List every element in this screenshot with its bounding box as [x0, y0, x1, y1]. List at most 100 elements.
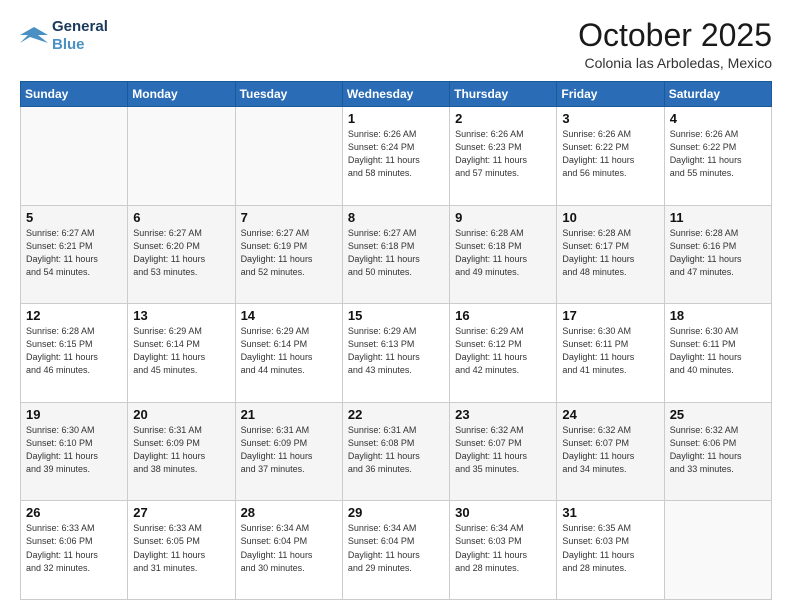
- day-number: 12: [26, 308, 122, 323]
- logo: General Blue: [20, 18, 108, 54]
- day-info: Sunrise: 6:33 AMSunset: 6:06 PMDaylight:…: [26, 522, 122, 574]
- calendar-week-row: 5 Sunrise: 6:27 AMSunset: 6:21 PMDaylight…: [21, 205, 772, 304]
- calendar-day-cell: 2Sunrise: 6:26 AMSunset: 6:23 PMDaylight…: [450, 107, 557, 206]
- calendar-day-cell: [128, 107, 235, 206]
- day-number: 6: [133, 210, 229, 225]
- calendar-day-cell: 22 Sunrise: 6:31 AMSunset: 6:08 PMDayligh…: [342, 402, 449, 501]
- day-info: Sunrise: 6:34 AMSunset: 6:04 PMDaylight:…: [241, 522, 337, 574]
- weekday-header-row: SundayMondayTuesdayWednesdayThursdayFrid…: [21, 82, 772, 107]
- calendar-day-cell: 21Sunrise: 6:31 AMSunset: 6:09 PMDayligh…: [235, 402, 342, 501]
- day-number: 9: [455, 210, 551, 225]
- day-info: Sunrise: 6:32 AMSunset: 6:07 PMDaylight:…: [562, 424, 658, 476]
- day-info: Sunrise: 6:34 AMSunset: 6:03 PMDaylight:…: [455, 522, 551, 574]
- calendar-day-cell: 3 Sunrise: 6:26 AMSunset: 6:22 PMDaylight…: [557, 107, 664, 206]
- day-info: Sunrise: 6:31 AMSunset: 6:08 PMDaylight:…: [348, 424, 444, 476]
- day-info: Sunrise: 6:33 AMSunset: 6:05 PMDaylight:…: [133, 522, 229, 574]
- day-number: 21: [241, 407, 337, 422]
- day-number: 28: [241, 505, 337, 520]
- calendar-day-cell: 6Sunrise: 6:27 AMSunset: 6:20 PMDaylight…: [128, 205, 235, 304]
- day-info: Sunrise: 6:28 AMSunset: 6:17 PMDaylight:…: [562, 227, 658, 279]
- day-number: 13: [133, 308, 229, 323]
- calendar-day-cell: 24Sunrise: 6:32 AMSunset: 6:07 PMDayligh…: [557, 402, 664, 501]
- calendar-day-cell: [664, 501, 771, 600]
- calendar-day-cell: 23 Sunrise: 6:32 AMSunset: 6:07 PMDayligh…: [450, 402, 557, 501]
- weekday-header-sunday: Sunday: [21, 82, 128, 107]
- calendar-day-cell: 4 Sunrise: 6:26 AMSunset: 6:22 PMDaylight…: [664, 107, 771, 206]
- day-info: Sunrise: 6:35 AMSunset: 6:03 PMDaylight:…: [562, 522, 658, 574]
- weekday-header-tuesday: Tuesday: [235, 82, 342, 107]
- day-info: Sunrise: 6:26 AMSunset: 6:22 PMDaylight:…: [670, 128, 766, 180]
- day-number: 4: [670, 111, 766, 126]
- day-info: Sunrise: 6:26 AMSunset: 6:22 PMDaylight:…: [562, 128, 658, 180]
- day-info: Sunrise: 6:29 AMSunset: 6:12 PMDaylight:…: [455, 325, 551, 377]
- day-number: 17: [562, 308, 658, 323]
- day-info: Sunrise: 6:29 AMSunset: 6:14 PMDaylight:…: [133, 325, 229, 377]
- day-number: 7: [241, 210, 337, 225]
- day-info: Sunrise: 6:31 AMSunset: 6:09 PMDaylight:…: [133, 424, 229, 476]
- day-number: 11: [670, 210, 766, 225]
- day-number: 23: [455, 407, 551, 422]
- calendar-day-cell: 7 Sunrise: 6:27 AMSunset: 6:19 PMDaylight…: [235, 205, 342, 304]
- day-info: Sunrise: 6:27 AMSunset: 6:19 PMDaylight:…: [241, 227, 337, 279]
- calendar-day-cell: 27 Sunrise: 6:33 AMSunset: 6:05 PMDayligh…: [128, 501, 235, 600]
- day-info: Sunrise: 6:34 AMSunset: 6:04 PMDaylight:…: [348, 522, 444, 574]
- calendar-day-cell: 28 Sunrise: 6:34 AMSunset: 6:04 PMDayligh…: [235, 501, 342, 600]
- day-number: 15: [348, 308, 444, 323]
- calendar-day-cell: 17 Sunrise: 6:30 AMSunset: 6:11 PMDayligh…: [557, 304, 664, 403]
- calendar-week-row: 26 Sunrise: 6:33 AMSunset: 6:06 PMDayligh…: [21, 501, 772, 600]
- day-number: 1: [348, 111, 444, 126]
- calendar-day-cell: 10Sunrise: 6:28 AMSunset: 6:17 PMDayligh…: [557, 205, 664, 304]
- day-number: 19: [26, 407, 122, 422]
- day-info: Sunrise: 6:29 AMSunset: 6:14 PMDaylight:…: [241, 325, 337, 377]
- calendar-day-cell: 13 Sunrise: 6:29 AMSunset: 6:14 PMDayligh…: [128, 304, 235, 403]
- day-info: Sunrise: 6:28 AMSunset: 6:18 PMDaylight:…: [455, 227, 551, 279]
- day-info: Sunrise: 6:30 AMSunset: 6:11 PMDaylight:…: [670, 325, 766, 377]
- day-number: 20: [133, 407, 229, 422]
- calendar-day-cell: 26 Sunrise: 6:33 AMSunset: 6:06 PMDayligh…: [21, 501, 128, 600]
- page: General Blue October 2025 Colonia las Ar…: [0, 0, 792, 612]
- calendar-day-cell: 12 Sunrise: 6:28 AMSunset: 6:15 PMDayligh…: [21, 304, 128, 403]
- day-info: Sunrise: 6:32 AMSunset: 6:07 PMDaylight:…: [455, 424, 551, 476]
- calendar-week-row: 12 Sunrise: 6:28 AMSunset: 6:15 PMDayligh…: [21, 304, 772, 403]
- calendar-day-cell: 11 Sunrise: 6:28 AMSunset: 6:16 PMDayligh…: [664, 205, 771, 304]
- calendar-day-cell: 29 Sunrise: 6:34 AMSunset: 6:04 PMDayligh…: [342, 501, 449, 600]
- day-number: 30: [455, 505, 551, 520]
- day-number: 31: [562, 505, 658, 520]
- calendar-day-cell: 25Sunrise: 6:32 AMSunset: 6:06 PMDayligh…: [664, 402, 771, 501]
- calendar-day-cell: 30 Sunrise: 6:34 AMSunset: 6:03 PMDayligh…: [450, 501, 557, 600]
- calendar-week-row: 1Sunrise: 6:26 AMSunset: 6:24 PMDaylight…: [21, 107, 772, 206]
- calendar-day-cell: [235, 107, 342, 206]
- day-info: Sunrise: 6:30 AMSunset: 6:11 PMDaylight:…: [562, 325, 658, 377]
- day-number: 29: [348, 505, 444, 520]
- month-title: October 2025: [578, 18, 772, 53]
- day-info: Sunrise: 6:32 AMSunset: 6:06 PMDaylight:…: [670, 424, 766, 476]
- day-number: 16: [455, 308, 551, 323]
- day-info: Sunrise: 6:28 AMSunset: 6:16 PMDaylight:…: [670, 227, 766, 279]
- calendar-table: SundayMondayTuesdayWednesdayThursdayFrid…: [20, 81, 772, 600]
- calendar-week-row: 19 Sunrise: 6:30 AMSunset: 6:10 PMDayligh…: [21, 402, 772, 501]
- calendar-day-cell: 18Sunrise: 6:30 AMSunset: 6:11 PMDayligh…: [664, 304, 771, 403]
- day-number: 3: [562, 111, 658, 126]
- day-number: 5: [26, 210, 122, 225]
- day-info: Sunrise: 6:28 AMSunset: 6:15 PMDaylight:…: [26, 325, 122, 377]
- calendar-day-cell: 31 Sunrise: 6:35 AMSunset: 6:03 PMDayligh…: [557, 501, 664, 600]
- weekday-header-saturday: Saturday: [664, 82, 771, 107]
- day-number: 22: [348, 407, 444, 422]
- logo-icon: [20, 25, 48, 47]
- day-info: Sunrise: 6:27 AMSunset: 6:18 PMDaylight:…: [348, 227, 444, 279]
- location-subtitle: Colonia las Arboledas, Mexico: [578, 55, 772, 71]
- day-number: 8: [348, 210, 444, 225]
- calendar-day-cell: 16 Sunrise: 6:29 AMSunset: 6:12 PMDayligh…: [450, 304, 557, 403]
- day-number: 14: [241, 308, 337, 323]
- header: General Blue October 2025 Colonia las Ar…: [20, 18, 772, 71]
- calendar-day-cell: 20 Sunrise: 6:31 AMSunset: 6:09 PMDayligh…: [128, 402, 235, 501]
- title-block: October 2025 Colonia las Arboledas, Mexi…: [578, 18, 772, 71]
- day-info: Sunrise: 6:27 AMSunset: 6:21 PMDaylight:…: [26, 227, 122, 279]
- day-info: Sunrise: 6:30 AMSunset: 6:10 PMDaylight:…: [26, 424, 122, 476]
- day-info: Sunrise: 6:29 AMSunset: 6:13 PMDaylight:…: [348, 325, 444, 377]
- calendar-day-cell: 5 Sunrise: 6:27 AMSunset: 6:21 PMDaylight…: [21, 205, 128, 304]
- calendar-day-cell: 14 Sunrise: 6:29 AMSunset: 6:14 PMDayligh…: [235, 304, 342, 403]
- calendar-day-cell: [21, 107, 128, 206]
- day-number: 26: [26, 505, 122, 520]
- day-number: 27: [133, 505, 229, 520]
